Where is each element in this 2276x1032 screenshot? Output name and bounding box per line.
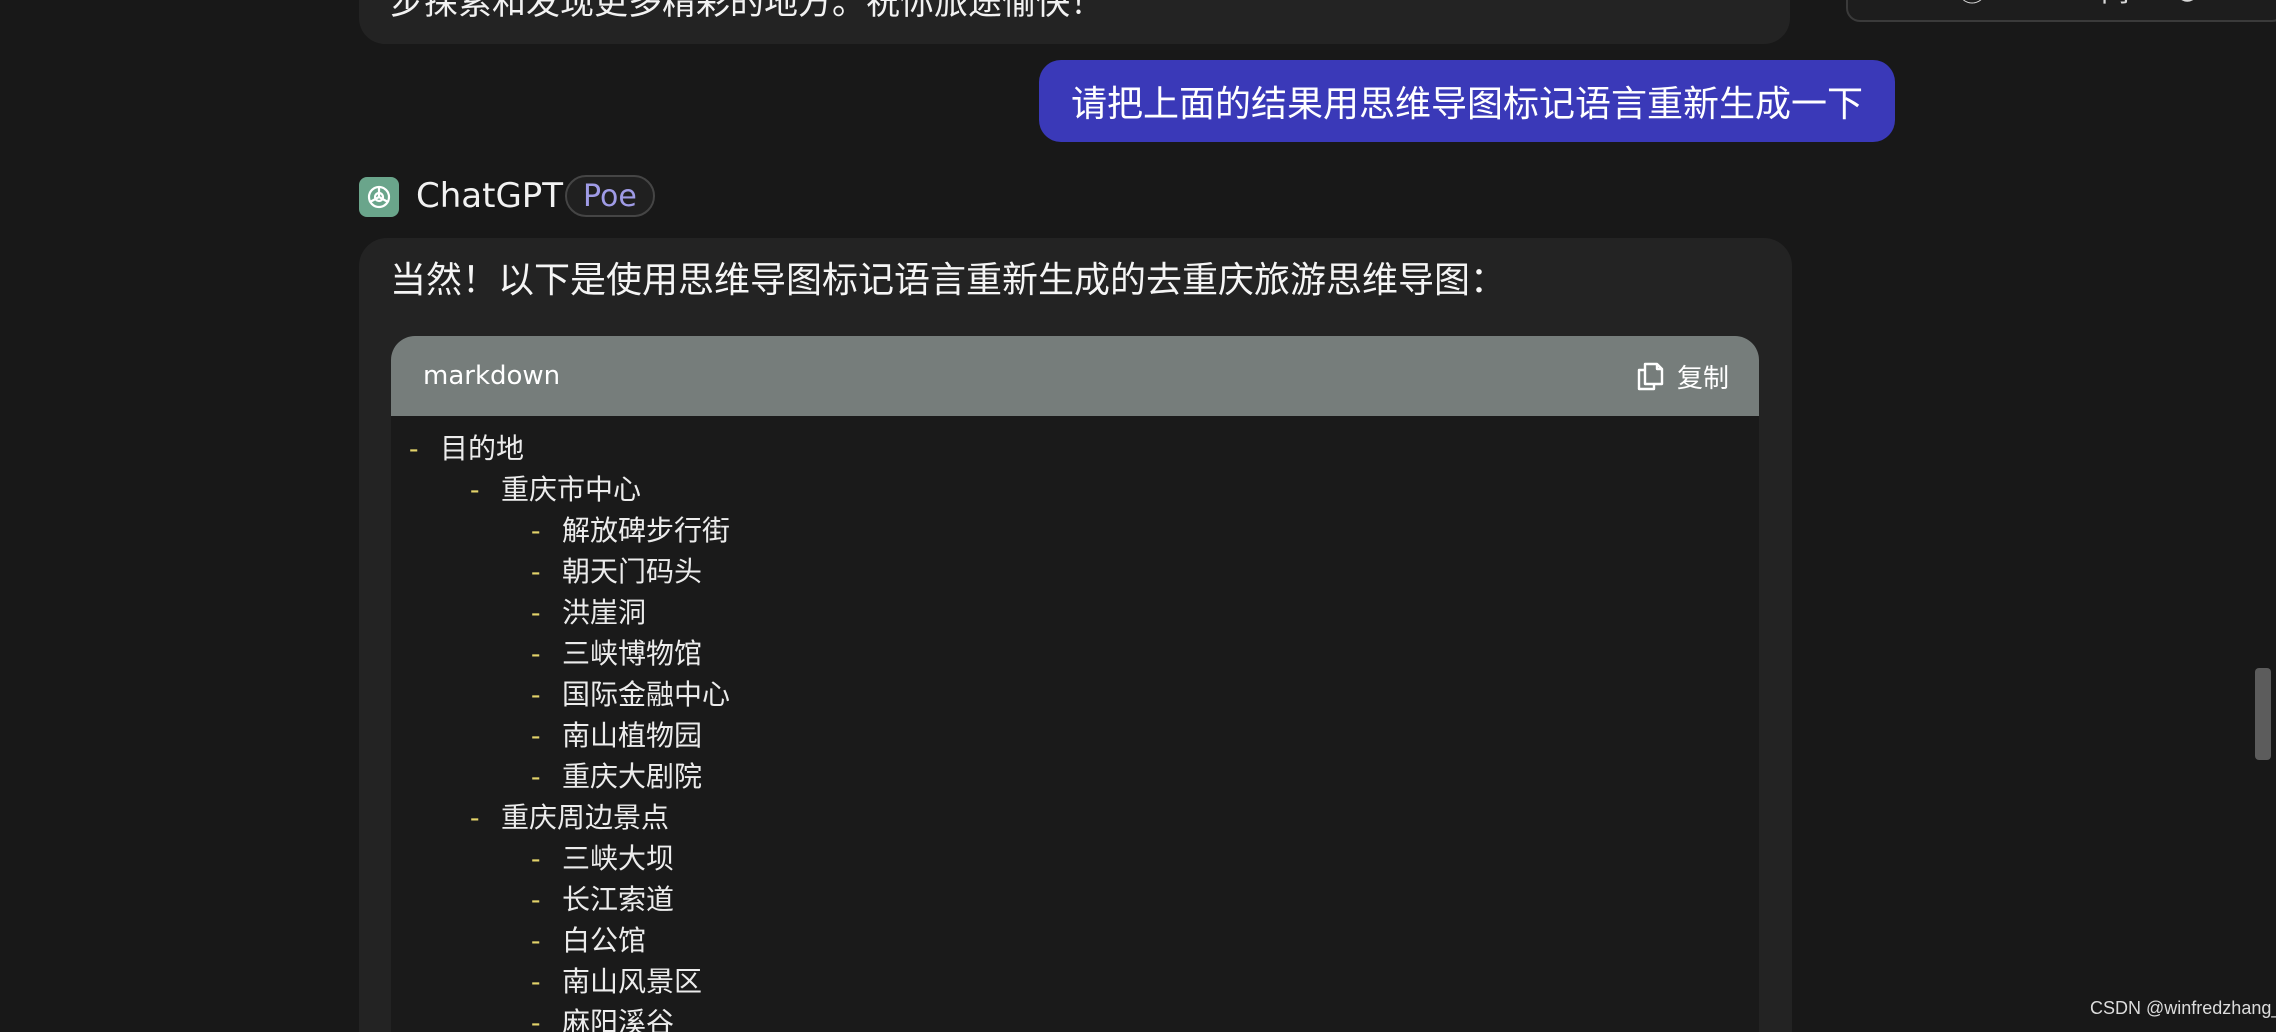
open-external-icon[interactable]: ↗ [2031,0,2056,6]
simplify-icon[interactable]: 简 [2100,0,2130,10]
code-line-text: 目的地 [440,432,525,465]
code-line-text: 三峡博物馆 [562,637,703,670]
watermark: CSDN @winfredzhang_ [2090,998,2276,1018]
code-line: - 国际金融中心 [531,674,730,715]
bot-intro-text: 当然！以下是使用思维导图标记语言重新生成的去重庆旅游思维导图： [390,260,1507,301]
chatgpt-logo-icon[interactable] [359,177,399,217]
bot-name[interactable]: ChatGPT [416,173,563,219]
list-bullet-dash: - [470,801,480,834]
list-bullet-dash: - [531,596,541,629]
circle-icon[interactable]: ○ [2174,0,2200,6]
code-line-text: 南山风景区 [562,965,703,998]
code-line-text: 麻阳溪谷 [562,1006,675,1032]
share-icon[interactable]: ↑ [1888,0,1913,6]
openai-knot-icon [367,185,391,209]
list-bullet-dash: - [531,514,541,547]
code-line: - 长江索道 [531,879,674,920]
list-bullet-dash: - [409,432,419,465]
code-line-text: 国际金融中心 [562,678,731,711]
poe-badge: Poe [565,175,655,217]
code-line-text: 白公馆 [562,924,647,957]
code-line: - 白公馆 [531,920,646,961]
expand-icon[interactable]: ⛶ [2244,0,2265,6]
message-action-toolbar: ↑ ⓘ ↗ 简 ○ ⛶ [1846,0,2276,22]
scrollbar-thumb[interactable] [2255,668,2271,760]
code-line: - 三峡大坝 [531,838,674,879]
list-bullet-dash: - [531,719,541,752]
code-line: - 重庆市中心 [470,469,641,510]
code-line-text: 南山植物园 [562,719,703,752]
code-line-text: 三峡大坝 [562,842,675,875]
previous-bot-message-text: 步探索和发现更多精彩的地方。祝你旅途愉快！ [390,0,1104,23]
code-line: - 朝天门码头 [531,551,702,592]
code-line: - 重庆大剧院 [531,756,702,797]
code-line: - 解放碑步行街 [531,510,730,551]
code-line: - 目的地 [409,428,524,469]
list-bullet-dash: - [531,924,541,957]
code-line: - 洪崖洞 [531,592,646,633]
list-bullet-dash: - [531,1006,541,1032]
copy-icon [1637,362,1664,391]
code-line: - 南山植物园 [531,715,702,756]
code-line: - 麻阳溪谷 [531,1002,674,1032]
list-bullet-dash: - [531,760,541,793]
list-bullet-dash: - [531,555,541,588]
list-bullet-dash: - [531,842,541,875]
list-bullet-dash: - [470,473,480,506]
copy-button-label: 复制 [1676,363,1729,394]
info-icon[interactable]: ⓘ [1957,0,1987,10]
list-bullet-dash: - [531,883,541,916]
code-line-text: 重庆市中心 [501,473,642,506]
code-line-text: 重庆大剧院 [562,760,703,793]
code-line: - 三峡博物馆 [531,633,702,674]
copy-button[interactable]: 复制 [1635,354,1729,398]
list-bullet-dash: - [531,637,541,670]
code-line-text: 长江索道 [562,883,675,916]
chat-page: 步探索和发现更多精彩的地方。祝你旅途愉快！ ↑ ⓘ ↗ 简 ○ ⛶ 请把上面的结… [0,0,2276,1032]
list-bullet-dash: - [531,965,541,998]
code-block-header: markdown 复制 [391,336,1759,416]
code-language-label: markdown [423,361,561,391]
code-line-text: 洪崖洞 [562,596,647,629]
user-message: 请把上面的结果用思维导图标记语言重新生成一下 [1039,60,1895,142]
code-line-text: 朝天门码头 [562,555,703,588]
user-message-text: 请把上面的结果用思维导图标记语言重新生成一下 [1071,84,1864,125]
code-line-text: 解放碑步行街 [562,514,731,547]
list-bullet-dash: - [531,678,541,711]
code-block-body: - 目的地 - 重庆市中心 - 解放碑步行街 - 朝天门码头 - 洪崖洞 - 三峡博物馆 - 国际金融中心… [391,416,1759,1032]
code-line-text: 重庆周边景点 [501,801,670,834]
code-line: - 重庆周边景点 [470,797,669,838]
code-line: - 南山风景区 [531,961,702,1002]
